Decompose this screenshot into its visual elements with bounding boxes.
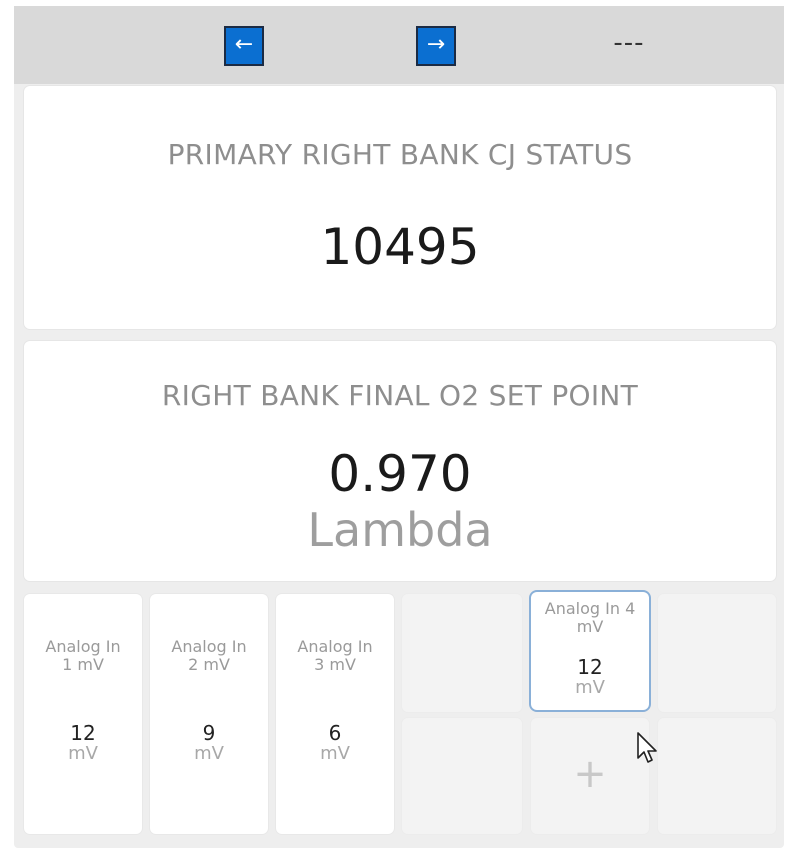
tile-value: 6 bbox=[328, 721, 342, 745]
gauge-card-title: RIGHT BANK FINAL O2 SET POINT bbox=[161, 379, 639, 412]
tile-unit: mV bbox=[320, 743, 350, 764]
gauge-card-value: 0.970 bbox=[328, 445, 472, 503]
prev-page-button[interactable]: ← bbox=[224, 26, 264, 66]
empty-tile-slot[interactable] bbox=[402, 594, 522, 712]
gauge-tile-analog-in-2[interactable]: Analog In 2 mV 9 mV bbox=[150, 594, 268, 834]
add-gauge-tile[interactable]: + bbox=[531, 718, 649, 834]
gauge-card-value: 10495 bbox=[320, 218, 480, 276]
gauge-tile-analog-in-3[interactable]: Analog In 3 mV 6 mV bbox=[276, 594, 394, 834]
arrow-left-icon: ← bbox=[234, 32, 254, 57]
gauge-card-unit: Lambda bbox=[307, 503, 493, 557]
tile-label-unit: mV bbox=[576, 617, 604, 636]
gauge-tile-analog-in-4[interactable]: Analog In 4 mV 12 mV bbox=[531, 592, 649, 710]
dashboard-panel: ← → --- PRIMARY RIGHT BANK CJ STATUS 104… bbox=[14, 6, 784, 848]
tile-label: Analog In bbox=[171, 637, 247, 656]
tile-unit: mV bbox=[194, 743, 224, 764]
tile-label-unit: 3 mV bbox=[314, 655, 356, 674]
tile-value: 9 bbox=[202, 721, 216, 745]
tile-label-unit: 1 mV bbox=[62, 655, 104, 674]
gauge-card-o2-set-point[interactable]: RIGHT BANK FINAL O2 SET POINT 0.970 Lamb… bbox=[24, 341, 776, 581]
empty-tile-slot[interactable] bbox=[658, 718, 776, 834]
tile-unit: mV bbox=[575, 677, 605, 698]
empty-tile-slot[interactable] bbox=[658, 594, 776, 712]
tile-value: 12 bbox=[577, 655, 603, 679]
tile-unit: mV bbox=[68, 743, 98, 764]
tile-label: Analog In bbox=[297, 637, 373, 656]
empty-tile-slot[interactable] bbox=[402, 718, 522, 834]
gauge-card-cj-status[interactable]: PRIMARY RIGHT BANK CJ STATUS 10495 bbox=[24, 86, 776, 329]
gauge-tile-analog-in-1[interactable]: Analog In 1 mV 12 mV bbox=[24, 594, 142, 834]
tile-label: Analog In bbox=[45, 637, 121, 656]
plus-icon: + bbox=[573, 751, 607, 797]
next-page-button[interactable]: → bbox=[416, 26, 456, 66]
dashboard-toolbar: ← → --- bbox=[14, 6, 784, 84]
tile-label: Analog In 4 bbox=[544, 599, 636, 618]
gauge-card-title: PRIMARY RIGHT BANK CJ STATUS bbox=[167, 138, 633, 171]
page-status-text: --- bbox=[613, 28, 645, 58]
tile-value: 12 bbox=[70, 721, 96, 745]
mouse-pointer-icon bbox=[637, 732, 657, 763]
arrow-right-icon: → bbox=[426, 32, 446, 57]
tile-label-unit: 2 mV bbox=[188, 655, 230, 674]
